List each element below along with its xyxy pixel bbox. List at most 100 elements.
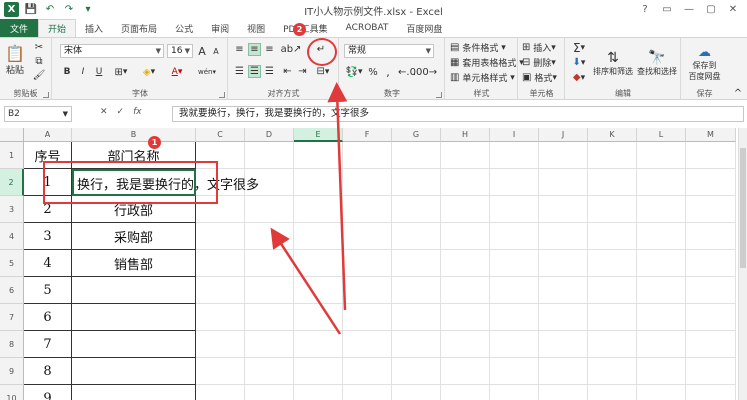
font-dialog-launcher[interactable] [219, 92, 225, 98]
cell-f4[interactable] [343, 223, 392, 250]
save-to-baidu-button[interactable]: ☁ 保存到 百度网盘 [684, 40, 725, 86]
cell-i8[interactable] [490, 331, 539, 358]
row-header-3[interactable]: 3 [0, 196, 24, 223]
cell-f7[interactable] [343, 304, 392, 331]
tab-acrobat[interactable]: ACROBAT [337, 19, 398, 37]
column-header-b[interactable]: B [72, 128, 196, 142]
cell-c9[interactable] [196, 358, 245, 385]
close-button[interactable]: ✕ [723, 1, 743, 17]
percent-button[interactable]: % [367, 65, 379, 79]
cell-g8[interactable] [392, 331, 441, 358]
cell-j10[interactable] [539, 385, 588, 400]
select-all-corner[interactable] [0, 128, 24, 142]
decrease-indent-button[interactable]: ⇤ [281, 65, 294, 78]
cell-l4[interactable] [637, 223, 686, 250]
cell-e4[interactable] [294, 223, 343, 250]
cell-i1[interactable] [490, 142, 539, 169]
increase-indent-button[interactable]: ⇥ [296, 65, 309, 78]
cell-i4[interactable] [490, 223, 539, 250]
row-header-7[interactable]: 7 [0, 304, 24, 331]
column-header-k[interactable]: K [588, 128, 637, 142]
decrease-decimal-button[interactable]: .00→ [413, 65, 437, 79]
align-left-button[interactable]: ☰ [233, 65, 246, 78]
align-center-button[interactable]: ☰ [248, 65, 261, 78]
cell-m1[interactable] [686, 142, 736, 169]
cell-l8[interactable] [637, 331, 686, 358]
cell-d5[interactable] [245, 250, 294, 277]
cell-i6[interactable] [490, 277, 539, 304]
cell-g9[interactable] [392, 358, 441, 385]
tab-page-layout[interactable]: 页面布局 [112, 19, 166, 37]
find-select-button[interactable]: 🔭 查找和选择 [636, 41, 678, 85]
cell-g6[interactable] [392, 277, 441, 304]
fill-color-button[interactable]: ◈ ▾ [137, 65, 161, 79]
cell-a5[interactable]: 4 [24, 250, 72, 277]
cell-e5[interactable] [294, 250, 343, 277]
cell-i2[interactable] [490, 169, 539, 196]
column-header-a[interactable]: A [24, 128, 72, 142]
cell-f1[interactable] [343, 142, 392, 169]
column-header-l[interactable]: L [637, 128, 686, 142]
phonetic-button[interactable]: wén ▾ [195, 65, 219, 79]
row-header-1[interactable]: 1 [0, 142, 24, 169]
cell-b9[interactable] [72, 358, 196, 385]
cell-a10[interactable]: 9 [24, 385, 72, 400]
format-painter-button[interactable]: 🖌 [32, 69, 46, 81]
accounting-format-button[interactable]: 💱 ▾ [344, 65, 364, 79]
column-header-f[interactable]: F [343, 128, 392, 142]
cell-j4[interactable] [539, 223, 588, 250]
column-header-i[interactable]: I [490, 128, 539, 142]
insert-cells-button[interactable]: ⊞ 插入 ▾ [522, 41, 556, 54]
cell-styles-button[interactable]: ▥ 单元格样式 ▾ [450, 71, 515, 84]
cell-e1[interactable] [294, 142, 343, 169]
cell-d3[interactable] [245, 196, 294, 223]
cell-h3[interactable] [441, 196, 490, 223]
cell-h2[interactable] [441, 169, 490, 196]
cell-k6[interactable] [588, 277, 637, 304]
cell-f8[interactable] [343, 331, 392, 358]
tab-review[interactable]: 审阅 [202, 19, 238, 37]
format-as-table-button[interactable]: ▦ 套用表格格式 ▾ [450, 56, 524, 69]
insert-function-button[interactable]: fx [133, 107, 142, 117]
cell-j2[interactable] [539, 169, 588, 196]
cell-l10[interactable] [637, 385, 686, 400]
cell-j7[interactable] [539, 304, 588, 331]
alignment-dialog-launcher[interactable] [330, 92, 336, 98]
column-header-m[interactable]: M [686, 128, 736, 142]
clipboard-dialog-launcher[interactable] [43, 92, 49, 98]
copy-button[interactable]: ⧉ [32, 55, 46, 67]
cell-g10[interactable] [392, 385, 441, 400]
tab-view[interactable]: 视图 [238, 19, 274, 37]
cell-d8[interactable] [245, 331, 294, 358]
format-cells-button[interactable]: ▣ 格式 ▾ [522, 71, 557, 84]
merge-center-button[interactable]: ⊟ ▾ [313, 65, 333, 78]
orientation-button[interactable]: ab↗ [281, 43, 302, 56]
cell-m2[interactable] [686, 169, 736, 196]
help-button[interactable]: ? [635, 1, 655, 17]
align-bottom-button[interactable]: ≡ [263, 43, 276, 56]
cell-a8[interactable]: 7 [24, 331, 72, 358]
cell-i7[interactable] [490, 304, 539, 331]
cell-d10[interactable] [245, 385, 294, 400]
cell-i9[interactable] [490, 358, 539, 385]
cell-m9[interactable] [686, 358, 736, 385]
vertical-scrollbar[interactable] [738, 128, 747, 400]
confirm-entry-button[interactable]: ✓ [117, 107, 125, 117]
cell-i5[interactable] [490, 250, 539, 277]
cell-m5[interactable] [686, 250, 736, 277]
ribbon-display-button[interactable]: ▭ [657, 1, 677, 17]
column-header-d[interactable]: D [245, 128, 294, 142]
font-color-button[interactable]: A ▾ [165, 65, 189, 79]
cell-f10[interactable] [343, 385, 392, 400]
cell-k4[interactable] [588, 223, 637, 250]
cell-l3[interactable] [637, 196, 686, 223]
cell-g7[interactable] [392, 304, 441, 331]
cell-b4[interactable]: 采购部 [72, 223, 196, 250]
align-middle-button[interactable]: ≡ [248, 43, 261, 56]
paste-button[interactable]: 📋 粘贴 [4, 42, 26, 78]
cell-g4[interactable] [392, 223, 441, 250]
cell-a4[interactable]: 3 [24, 223, 72, 250]
align-top-button[interactable]: ≡ [233, 43, 246, 56]
cell-d4[interactable] [245, 223, 294, 250]
column-header-h[interactable]: H [441, 128, 490, 142]
